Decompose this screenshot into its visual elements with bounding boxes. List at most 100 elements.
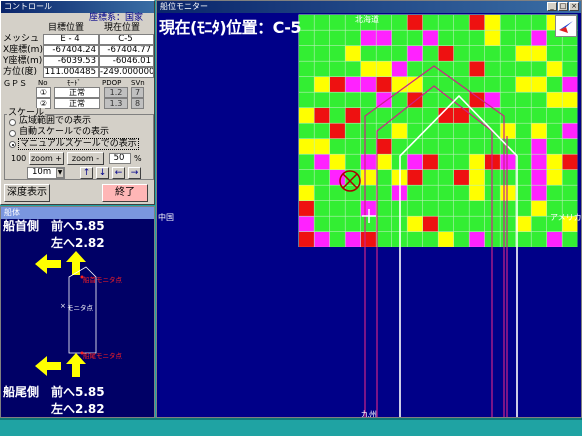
move-down-button[interactable]: ↓ (96, 167, 109, 179)
exit-button[interactable]: 終了 (102, 184, 148, 202)
mesh-cell (454, 170, 469, 185)
mesh-cell (361, 61, 376, 77)
mesh-cell (547, 185, 562, 201)
mesh-cell (361, 185, 376, 201)
mesh-cell (314, 216, 330, 232)
zoom-in-button[interactable]: zoom + (29, 152, 64, 165)
mesh-cell (330, 216, 345, 232)
gps2-svn: 8 (131, 98, 144, 109)
bow-left-arrow-icon (35, 254, 61, 274)
mesh-cell (469, 216, 485, 232)
zoom-value-input[interactable]: 50 (109, 153, 131, 164)
mesh-cell (438, 30, 454, 46)
mesh-cell (531, 108, 547, 123)
scale-radio-manual[interactable] (9, 141, 16, 148)
mesh-cell (438, 77, 454, 92)
gps2-mode: 正常 (54, 98, 100, 109)
mesh-cell (469, 232, 485, 247)
north-arrow-icon (559, 21, 573, 33)
mesh-cell (547, 123, 562, 139)
mesh-cell (500, 154, 516, 170)
mesh-cell (454, 123, 469, 139)
move-left-button[interactable]: ← (112, 167, 125, 179)
mesh-cell (361, 170, 376, 185)
mesh-cell (299, 139, 314, 154)
mesh-cell (485, 77, 500, 92)
mesh-cell (345, 139, 361, 154)
mesh-cell (330, 123, 345, 139)
mesh-cell (376, 61, 392, 77)
current-col-header: 現在位置 (104, 23, 141, 33)
mesh-cell (531, 123, 547, 139)
mesh-cell (516, 123, 531, 139)
mesh-cell (330, 15, 345, 30)
mesh-cell (314, 185, 330, 201)
mesh-cell (438, 216, 454, 232)
mesh-cell (485, 61, 500, 77)
mesh-cell (485, 46, 500, 61)
mesh-cell (485, 30, 500, 46)
mesh-cell (376, 185, 392, 201)
mesh-cell (454, 185, 469, 201)
mesh-cell (392, 77, 407, 92)
heading-label: 方位(度) (3, 67, 38, 77)
mesh-cell (299, 92, 314, 108)
target-col-header: 目標位置 (48, 23, 85, 33)
mesh-cell (299, 170, 314, 185)
mesh-cell (469, 61, 485, 77)
scale-value: 100 (11, 154, 27, 163)
mesh-cell (562, 46, 578, 61)
mesh-cell (423, 46, 438, 61)
mesh-cell (423, 92, 438, 108)
mesh-cell (454, 46, 469, 61)
mesh-map[interactable] (157, 1, 582, 418)
scale-option-manual[interactable]: マニュアルスケールでの表示 (18, 138, 139, 150)
mesh-cell (376, 170, 392, 185)
mesh-target-field: E - 4 (43, 34, 99, 45)
mesh-cell (423, 77, 438, 92)
depth-display-button[interactable]: 深度表示 (4, 184, 50, 202)
region-east-label: アメリカ (550, 213, 582, 222)
mesh-cell (299, 154, 314, 170)
mesh-cell (485, 108, 500, 123)
move-up-button[interactable]: ↑ (80, 167, 93, 179)
mesh-cell (531, 15, 547, 30)
mesh-cell (469, 139, 485, 154)
scale-option-auto[interactable]: 自動スケールでの表示 (19, 127, 109, 138)
mesh-cell (516, 216, 531, 232)
mesh-cell (547, 154, 562, 170)
mesh-cell (516, 77, 531, 92)
mesh-cell (500, 123, 516, 139)
move-right-button[interactable]: → (128, 167, 141, 179)
bow-up-arrow-icon (66, 251, 86, 275)
mesh-cell (299, 108, 314, 123)
scale-option-wide[interactable]: 広域範囲での表示 (19, 116, 91, 127)
scale-radio-auto[interactable] (9, 130, 16, 137)
mesh-cell (562, 185, 578, 201)
mesh-cell (361, 92, 376, 108)
hull-window: 船体 船首側 前へ5.85 左へ2.82 × 船首モニタ点 モニタ点 船尾モニタ… (0, 206, 155, 418)
scale-radio-wide[interactable] (9, 119, 16, 126)
mesh-cell (454, 232, 469, 247)
heading-target-field: 111.004485 (43, 67, 99, 78)
step-select-value: 10m (32, 167, 52, 177)
mesh-cell (407, 108, 423, 123)
mesh-cell (454, 201, 469, 216)
mesh-cell (438, 15, 454, 30)
mesh-cell (454, 139, 469, 154)
mesh-cell (454, 30, 469, 46)
mesh-cell (423, 30, 438, 46)
mesh-cell (314, 170, 330, 185)
mesh-cell (423, 154, 438, 170)
mesh-cell (500, 46, 516, 61)
mesh-cell (516, 139, 531, 154)
center-point-label: モニタ点 (67, 304, 93, 312)
mesh-cell (469, 15, 485, 30)
mesh-cell (454, 216, 469, 232)
stern-point-label: 船尾モニタ点 (83, 352, 122, 360)
chevron-down-icon[interactable]: ▼ (56, 168, 64, 178)
mesh-cell (345, 108, 361, 123)
mesh-cell (299, 30, 314, 46)
zoom-out-button[interactable]: zoom - (67, 152, 104, 165)
mesh-cell (562, 61, 578, 77)
